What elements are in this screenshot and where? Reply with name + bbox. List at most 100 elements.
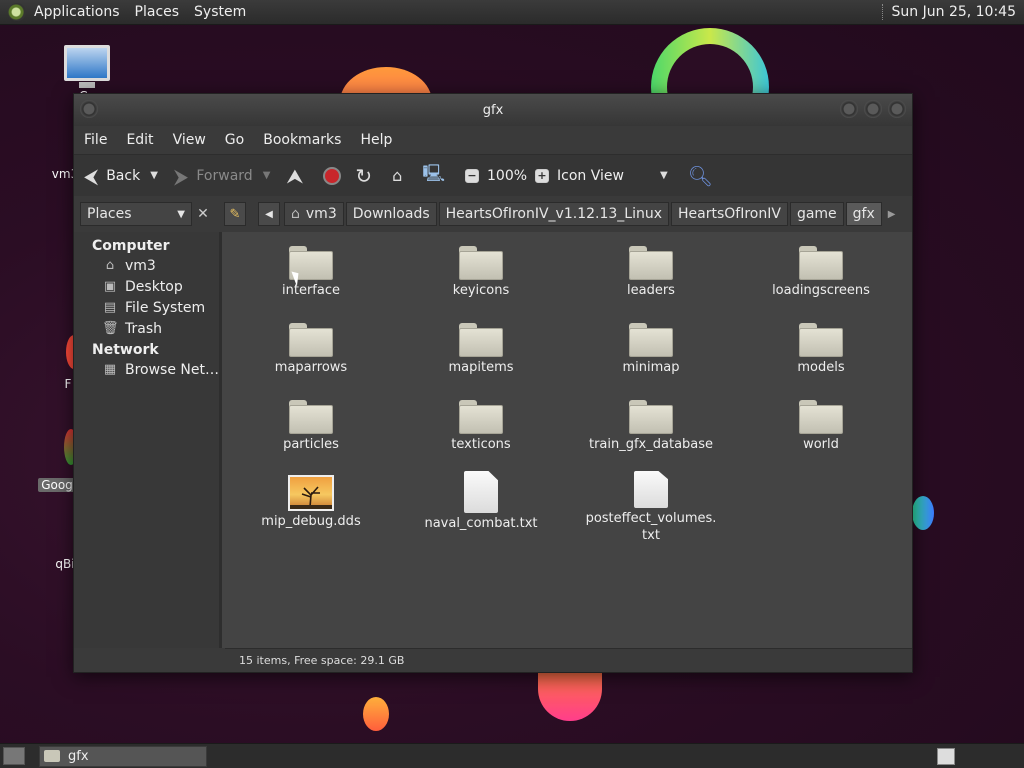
- computer-button[interactable]: 🖳: [422, 161, 453, 190]
- sidebar-item-vm3[interactable]: ⌂ vm3: [74, 256, 219, 277]
- forward-arrow-icon: ⮞: [173, 163, 189, 188]
- edit-location-icon[interactable]: ✎: [224, 202, 246, 226]
- file-item[interactable]: world: [736, 394, 906, 467]
- menu-help[interactable]: Help: [360, 132, 392, 148]
- workspace-switcher[interactable]: [937, 748, 955, 765]
- menu-file[interactable]: File: [84, 132, 107, 148]
- view-mode-dropdown[interactable]: ▼: [660, 170, 668, 181]
- sidebar-item-label: Desktop: [125, 279, 183, 295]
- file-item[interactable]: minimap: [566, 317, 736, 390]
- file-item[interactable]: mip_debug.dds: [226, 471, 396, 544]
- status-bar: 15 items, Free space: 29.1 GB: [225, 648, 912, 672]
- home-icon: ⌂: [392, 166, 403, 185]
- file-item[interactable]: interface: [226, 240, 396, 313]
- title-bar[interactable]: gfx: [74, 94, 912, 126]
- breadcrumb-scroll-left-icon[interactable]: ◀: [258, 202, 280, 226]
- status-bar-left: [74, 648, 225, 672]
- wallpaper-pink-blob: [538, 665, 602, 721]
- applications-menu[interactable]: Applications: [34, 4, 120, 20]
- breadcrumb-scroll-right-icon[interactable]: ▶: [888, 209, 896, 220]
- forward-button[interactable]: ⮞ Forward: [174, 164, 253, 188]
- window-menu-button[interactable]: [80, 100, 98, 118]
- folder-icon: [799, 323, 843, 357]
- view-mode-select[interactable]: Icon View: [557, 168, 624, 184]
- breadcrumb-game[interactable]: game: [789, 202, 844, 226]
- desktop-icon: ▣: [103, 279, 117, 294]
- file-item[interactable]: maparrows: [226, 317, 396, 390]
- file-item[interactable]: models: [736, 317, 906, 390]
- forward-history-dropdown[interactable]: ▼: [263, 170, 271, 181]
- drive-icon: ▤: [103, 300, 117, 315]
- reload-icon: ↻: [355, 163, 373, 188]
- close-button[interactable]: [888, 100, 906, 118]
- window-title: gfx: [482, 102, 504, 118]
- breadcrumb-hoi[interactable]: HeartsOfIronIV: [671, 202, 788, 226]
- close-sidebar-icon[interactable]: ✕: [192, 206, 214, 222]
- clock[interactable]: Sun Jun 25, 10:45: [892, 4, 1016, 20]
- sidebar-item-file-system[interactable]: ▤ File System: [74, 298, 219, 319]
- file-name: leaders: [627, 283, 675, 298]
- text-file-icon: [634, 471, 668, 508]
- menu-view[interactable]: View: [173, 132, 206, 148]
- wallpaper-small-blob: [363, 697, 389, 731]
- file-name: particles: [283, 437, 339, 452]
- minimize-button[interactable]: [840, 100, 858, 118]
- zoom-level[interactable]: 100%: [487, 168, 527, 184]
- sidebar-item-label: vm3: [125, 258, 156, 274]
- file-item[interactable]: loadingscreens: [736, 240, 906, 313]
- maximize-button[interactable]: [864, 100, 882, 118]
- file-item[interactable]: mapitems: [396, 317, 566, 390]
- forward-label: Forward: [196, 167, 253, 184]
- menu-go[interactable]: Go: [225, 132, 244, 148]
- folder-icon: [289, 323, 333, 357]
- home-icon: ⌂: [105, 258, 115, 273]
- menu-bookmarks[interactable]: Bookmarks: [263, 132, 341, 148]
- image-file-icon: [288, 475, 334, 511]
- file-item[interactable]: keyicons: [396, 240, 566, 313]
- file-item[interactable]: particles: [226, 394, 396, 467]
- file-item[interactable]: posteffect_volumes. txt: [566, 471, 736, 544]
- breadcrumb-vm3[interactable]: ⌂ vm3: [284, 202, 344, 226]
- menu-edit[interactable]: Edit: [126, 132, 153, 148]
- breadcrumb-hoi-linux[interactable]: HeartsOfIronIV_v1.12.13_Linux: [438, 202, 669, 226]
- places-menu[interactable]: Places: [135, 4, 180, 20]
- trash-icon: 🗑︎: [102, 321, 119, 336]
- icon-view[interactable]: interface keyicons leaders loadingscreens ma…: [222, 232, 912, 648]
- file-item[interactable]: texticons: [396, 394, 566, 467]
- stop-icon[interactable]: [323, 166, 342, 185]
- file-item[interactable]: leaders: [566, 240, 736, 313]
- system-menu[interactable]: System: [194, 4, 246, 20]
- taskbar-item-gfx[interactable]: gfx: [39, 745, 207, 767]
- up-button[interactable]: ⮝: [286, 164, 311, 188]
- zoom-in-icon[interactable]: +: [535, 168, 550, 183]
- folder-icon: [459, 323, 503, 357]
- places-select-label: Places: [87, 206, 132, 222]
- panel-separator: [881, 4, 884, 20]
- sidebar-heading-network: Network: [92, 342, 159, 358]
- file-name: interface: [282, 283, 340, 298]
- search-button[interactable]: 🔍︎: [688, 164, 721, 188]
- folder-icon: [629, 400, 673, 434]
- sidebar-item-browse-network[interactable]: ▦ Browse Net…: [74, 360, 219, 381]
- bottom-panel: gfx: [0, 743, 1024, 768]
- show-desktop-button[interactable]: [3, 747, 25, 765]
- toolbar: ⮜ Back ▼ ⮞ Forward ▼ ⮝ ↻ ⌂ 🖳 − 100% + Ic…: [74, 154, 912, 196]
- breadcrumb-gfx[interactable]: gfx: [845, 202, 882, 226]
- sidebar-type-select[interactable]: Places ▼: [80, 202, 192, 226]
- sidebar-item-trash[interactable]: 🗑︎ Trash: [74, 319, 219, 340]
- zoom-out-icon[interactable]: −: [465, 168, 479, 183]
- breadcrumb-downloads[interactable]: Downloads: [345, 202, 437, 226]
- folder-icon: [44, 750, 60, 762]
- file-item[interactable]: naval_combat.txt: [396, 471, 566, 544]
- back-history-dropdown[interactable]: ▼: [150, 170, 158, 181]
- reload-button[interactable]: ↻: [355, 164, 380, 188]
- file-manager-window[interactable]: gfx File Edit View Go Bookmarks Help ⮜ B…: [73, 93, 913, 673]
- back-button[interactable]: ⮜ Back: [84, 164, 140, 188]
- places-sidebar: Computer ⌂ vm3 ▣ Desktop ▤ File System 🗑…: [74, 232, 222, 648]
- home-button[interactable]: ⌂: [392, 166, 410, 185]
- mate-logo-icon[interactable]: [8, 3, 26, 21]
- sidebar-item-desktop[interactable]: ▣ Desktop: [74, 277, 219, 298]
- file-item[interactable]: train_gfx_database: [566, 394, 736, 467]
- top-panel: Applications Places System Sun Jun 25, 1…: [0, 0, 1024, 25]
- text-file-icon: [464, 471, 498, 513]
